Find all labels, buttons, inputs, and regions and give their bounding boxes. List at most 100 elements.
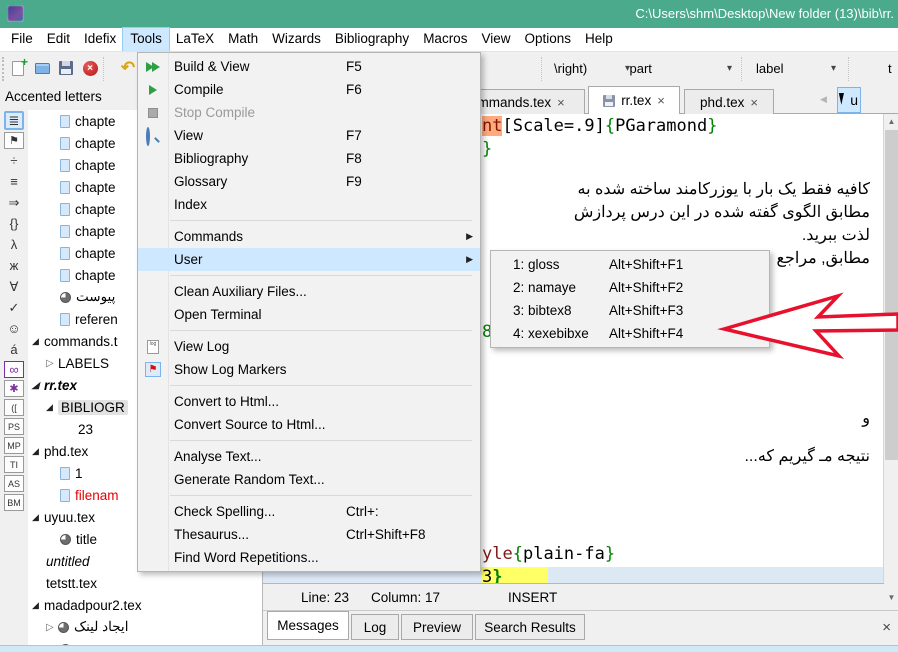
tab-preview[interactable]: Preview — [401, 614, 473, 640]
submenu-item-gloss[interactable]: 1: gloss Alt+Shift+F1 — [491, 253, 769, 276]
tree-item-tetstt-tex[interactable]: tetstt.tex — [28, 572, 262, 594]
toolbar-grip[interactable] — [2, 57, 5, 81]
menu-item-index[interactable]: Index — [138, 193, 480, 216]
menu-math[interactable]: Math — [221, 28, 265, 51]
tree-item-partial[interactable] — [28, 638, 262, 645]
menu-item-view-log[interactable]: log View Log — [138, 335, 480, 358]
tab-overflow-fragment[interactable]: u — [837, 87, 861, 113]
label-combo[interactable]: label ▾ — [748, 57, 840, 80]
close-file-button[interactable]: × — [80, 58, 100, 78]
menu-shortcut: F8 — [346, 151, 362, 166]
menu-macros[interactable]: Macros — [416, 28, 474, 51]
menu-item-generate-random-text[interactable]: Generate Random Text... — [138, 468, 480, 491]
new-file-button[interactable]: + — [8, 58, 28, 78]
open-file-button[interactable] — [32, 58, 52, 78]
menu-view[interactable]: View — [474, 28, 517, 51]
brace: } — [492, 567, 502, 583]
scroll-up-icon[interactable]: ▲ — [884, 117, 898, 126]
close-icon[interactable]: × — [750, 95, 758, 110]
cut-combo[interactable]: t — [880, 57, 898, 80]
menu-item-open-terminal[interactable]: Open Terminal — [138, 303, 480, 326]
menu-label: Generate Random Text... — [168, 472, 346, 487]
scroll-down-icon[interactable]: ▼ — [884, 593, 898, 602]
collapsed-icon[interactable]: ▷ — [46, 358, 58, 369]
menu-item-check-spelling[interactable]: Check Spelling... Ctrl+: — [138, 500, 480, 523]
greek-icon[interactable]: λ — [4, 235, 24, 254]
menu-item-glossary[interactable]: Glossary F9 — [138, 170, 480, 193]
editor-statusbar: Line: 23 Column: 17 INSERT — [263, 583, 884, 610]
menu-item-convert-to-html[interactable]: Convert to Html... — [138, 390, 480, 413]
cyrillic-icon[interactable]: ж — [4, 256, 24, 275]
tab-scroll-left-icon[interactable]: ◀ — [820, 94, 827, 105]
menu-latex[interactable]: LaTeX — [169, 28, 221, 51]
menu-item-analyse-text[interactable]: Analyse Text... — [138, 445, 480, 468]
menu-separator — [170, 275, 472, 276]
tree-label: uyuu.tex — [44, 510, 95, 525]
divide-icon[interactable]: ÷ — [4, 151, 24, 170]
menu-item-clean-auxiliary[interactable]: Clean Auxiliary Files... — [138, 280, 480, 303]
beamer-icon[interactable]: BM — [4, 494, 24, 511]
expanded-icon[interactable]: ◢ — [32, 512, 44, 523]
menu-idefix[interactable]: Idefix — [77, 28, 123, 51]
metapost-icon[interactable]: MP — [4, 437, 24, 454]
menu-item-user[interactable]: User ▶ — [138, 248, 480, 271]
menu-item-thesaurus[interactable]: Thesaurus... Ctrl+Shift+F8 — [138, 523, 480, 546]
panel-close-icon[interactable]: × — [882, 619, 891, 636]
menu-item-show-log-markers[interactable]: ⚑ Show Log Markers — [138, 358, 480, 381]
asterisk-icon[interactable]: ✱ — [4, 380, 24, 397]
expanded-icon[interactable]: ◢ — [32, 600, 44, 611]
tab-rr-tex[interactable]: rr.tex × — [588, 86, 680, 114]
bookmarks-icon[interactable]: ⚑ — [4, 132, 24, 149]
collapsed-icon[interactable]: ▷ — [46, 622, 58, 633]
relations-icon[interactable]: ≡ — [4, 172, 24, 191]
brackets-icon[interactable]: ([ — [4, 399, 24, 416]
status-mode: INSERT — [508, 590, 557, 605]
titlebar[interactable]: C:\Users\shm\Desktop\New folder (13)\bib… — [0, 0, 898, 28]
tree-item-madadpour2-tex[interactable]: ◢madadpour2.tex — [28, 594, 262, 616]
delimiters-icon[interactable]: {} — [4, 214, 24, 233]
menu-tools[interactable]: Tools — [123, 28, 169, 51]
close-icon[interactable]: × — [557, 95, 565, 110]
pstricks-icon[interactable]: PS — [4, 418, 24, 435]
accents-icon[interactable]: á — [4, 340, 24, 359]
logic-icon[interactable]: ∀ — [4, 277, 24, 296]
expanded-icon[interactable]: ◢ — [32, 446, 44, 457]
smiley-icon[interactable]: ☺ — [4, 319, 24, 338]
tab-messages[interactable]: Messages — [267, 611, 349, 640]
tab-search-results[interactable]: Search Results — [475, 614, 585, 640]
sectioning-combo[interactable]: part ▾ — [586, 57, 736, 80]
log-markers-icon: ⚑ — [138, 362, 168, 377]
undo-button[interactable]: ↶ — [118, 58, 138, 78]
menu-item-commands[interactable]: Commands ▶ — [138, 225, 480, 248]
close-icon[interactable]: × — [657, 93, 665, 108]
expanded-icon[interactable]: ◢ — [32, 336, 44, 347]
tab-phd-tex[interactable]: phd.tex × — [684, 89, 774, 114]
menu-item-bibliography[interactable]: Bibliography F8 — [138, 147, 480, 170]
menu-item-view[interactable]: View F7 — [138, 124, 480, 147]
menu-item-compile[interactable]: Compile F6 — [138, 78, 480, 101]
bottom-blue-strip — [0, 645, 898, 652]
menu-bibliography[interactable]: Bibliography — [328, 28, 416, 51]
structure-icon[interactable]: ≣ — [4, 111, 24, 130]
tikz-icon[interactable]: TI — [4, 456, 24, 473]
arrows-icon[interactable]: ⇒ — [4, 193, 24, 212]
menu-edit[interactable]: Edit — [40, 28, 77, 51]
menu-file[interactable]: File — [4, 28, 40, 51]
window-title: C:\Users\shm\Desktop\New folder (13)\bib… — [635, 6, 894, 21]
save-button[interactable] — [56, 58, 76, 78]
status-column: Column: 17 — [371, 590, 440, 605]
check-icon[interactable]: ✓ — [4, 298, 24, 317]
expanded-icon[interactable]: ◢ — [46, 402, 58, 413]
menu-item-find-word-repetitions[interactable]: Find Word Repetitions... — [138, 546, 480, 569]
expanded-icon[interactable]: ◢ — [32, 380, 44, 391]
menu-help[interactable]: Help — [578, 28, 620, 51]
tab-log[interactable]: Log — [351, 614, 399, 640]
menu-label: Find Word Repetitions... — [168, 550, 346, 565]
tree-item-create-link[interactable]: ▷ايجاد لينک — [28, 616, 262, 638]
infinity-icon[interactable]: ∞ — [4, 361, 24, 378]
menu-wizards[interactable]: Wizards — [265, 28, 328, 51]
menu-options[interactable]: Options — [517, 28, 578, 51]
menu-item-build-view[interactable]: Build & View F5 — [138, 55, 480, 78]
asymptote-icon[interactable]: AS — [4, 475, 24, 492]
menu-item-convert-source-to-html[interactable]: Convert Source to Html... — [138, 413, 480, 436]
